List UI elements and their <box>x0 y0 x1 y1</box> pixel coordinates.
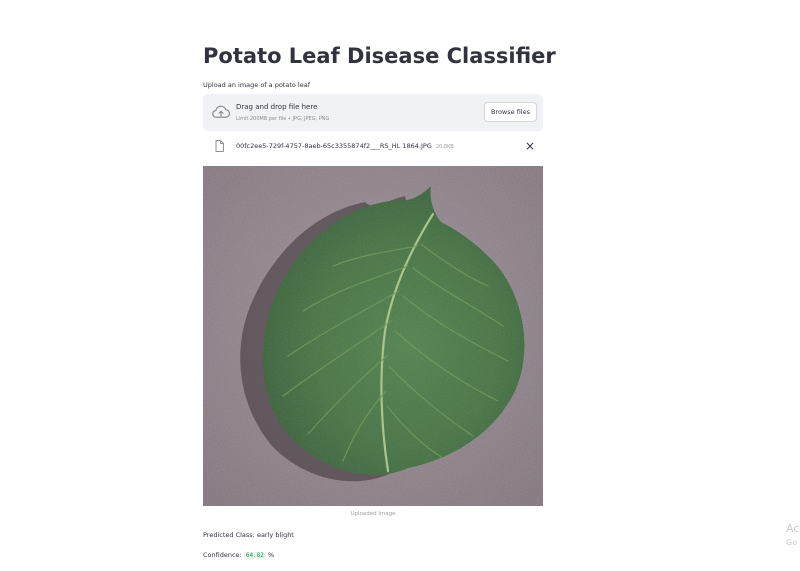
activate-windows-watermark: Ac Go <box>786 522 799 550</box>
confidence-value: 64.82 <box>243 552 266 559</box>
browse-files-button[interactable]: Browse files <box>483 102 537 122</box>
predicted-class-label: Predicted Class: <box>203 531 255 539</box>
image-caption: Uploaded Image <box>350 511 396 517</box>
file-name-text: 00fc2ee5-729f-4757-8aeb-65c3355874f2___R… <box>236 142 432 150</box>
predicted-class: Predicted Class: early blight <box>203 531 294 539</box>
close-icon[interactable]: × <box>523 139 537 153</box>
file-dropzone[interactable]: Drag and drop file here Limit 200MB per … <box>203 94 543 131</box>
uploaded-file-name: 00fc2ee5-729f-4757-8aeb-65c3355874f2___R… <box>236 142 454 150</box>
dropzone-instructions: Drag and drop file here <box>236 103 318 111</box>
confidence: Confidence: 64.82 % <box>203 551 274 559</box>
confidence-unit: % <box>267 551 275 559</box>
watermark-line-1: Ac <box>786 522 800 535</box>
predicted-class-value: early blight <box>256 531 294 539</box>
file-size: 20.8KB <box>435 144 454 150</box>
confidence-label: Confidence: <box>203 551 242 559</box>
uploaded-leaf-image <box>203 166 543 506</box>
upload-label: Upload an image of a potato leaf <box>203 81 311 89</box>
file-icon <box>215 140 224 152</box>
dropzone-limits: Limit 200MB per file • JPG, JPEG, PNG <box>236 116 330 122</box>
watermark-line-2: Go <box>786 538 798 547</box>
uploaded-file-row: 00fc2ee5-729f-4757-8aeb-65c3355874f2___R… <box>203 138 543 156</box>
cloud-upload-icon <box>212 105 230 118</box>
app-title: Potato Leaf Disease Classifier <box>203 44 556 68</box>
